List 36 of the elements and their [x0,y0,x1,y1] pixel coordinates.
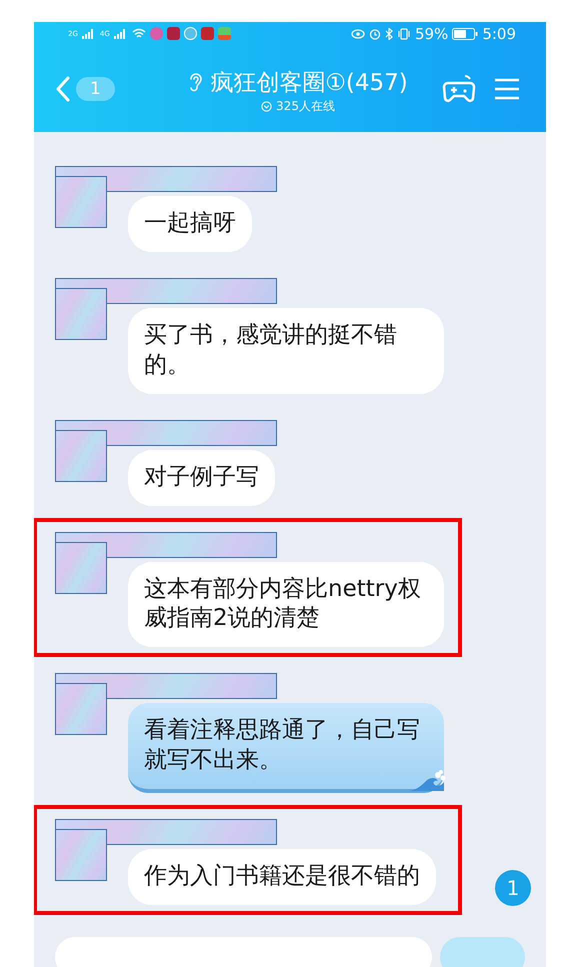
censored-avatar [55,683,107,736]
app-icon [166,27,180,40]
message-bubble[interactable]: 看着注释思路通了，自己写就写不出来。 [128,703,444,794]
message-bubble[interactable]: 对子例子写 [128,450,275,506]
ear-icon[interactable] [188,72,202,92]
vibrate-icon [396,28,411,40]
app-icon [200,27,214,40]
wave-icon [410,769,446,792]
bluetooth-icon [384,28,393,40]
chevron-circle-icon[interactable] [261,100,272,112]
censored-avatar [55,542,107,594]
gamepad-icon[interactable] [442,74,476,104]
online-count: 325人在线 [276,98,335,114]
battery-icon [452,28,478,40]
censored-avatar [55,288,107,340]
signal-icon [82,28,94,38]
eye-icon [350,28,365,38]
censored-avatar [55,430,107,482]
app-icon [150,27,163,40]
censored-avatar [55,176,107,228]
send-button[interactable] [440,937,525,967]
menu-icon[interactable] [494,78,520,100]
wifi-icon [132,28,146,39]
signal-icon [114,28,126,38]
app-icon [184,27,197,40]
group-title: 疯狂创客圈①(457) [210,68,408,98]
censored-avatar [55,829,107,882]
back-icon[interactable] [56,76,70,102]
app-icon [218,27,231,40]
message-bubble[interactable]: 买了书，感觉讲的挺不错的。 [128,308,444,394]
message-bubble[interactable]: 这本有部分内容比nettry权威指南2说的清楚 [128,562,444,648]
message-bubble[interactable]: 作为入门书籍还是很不错的 [128,849,436,906]
clock-time: 5:09 [482,24,516,42]
alarm-icon [368,28,381,40]
message-bubble[interactable]: 一起搞呀 [128,196,252,252]
battery-percent: 59% [414,24,448,42]
